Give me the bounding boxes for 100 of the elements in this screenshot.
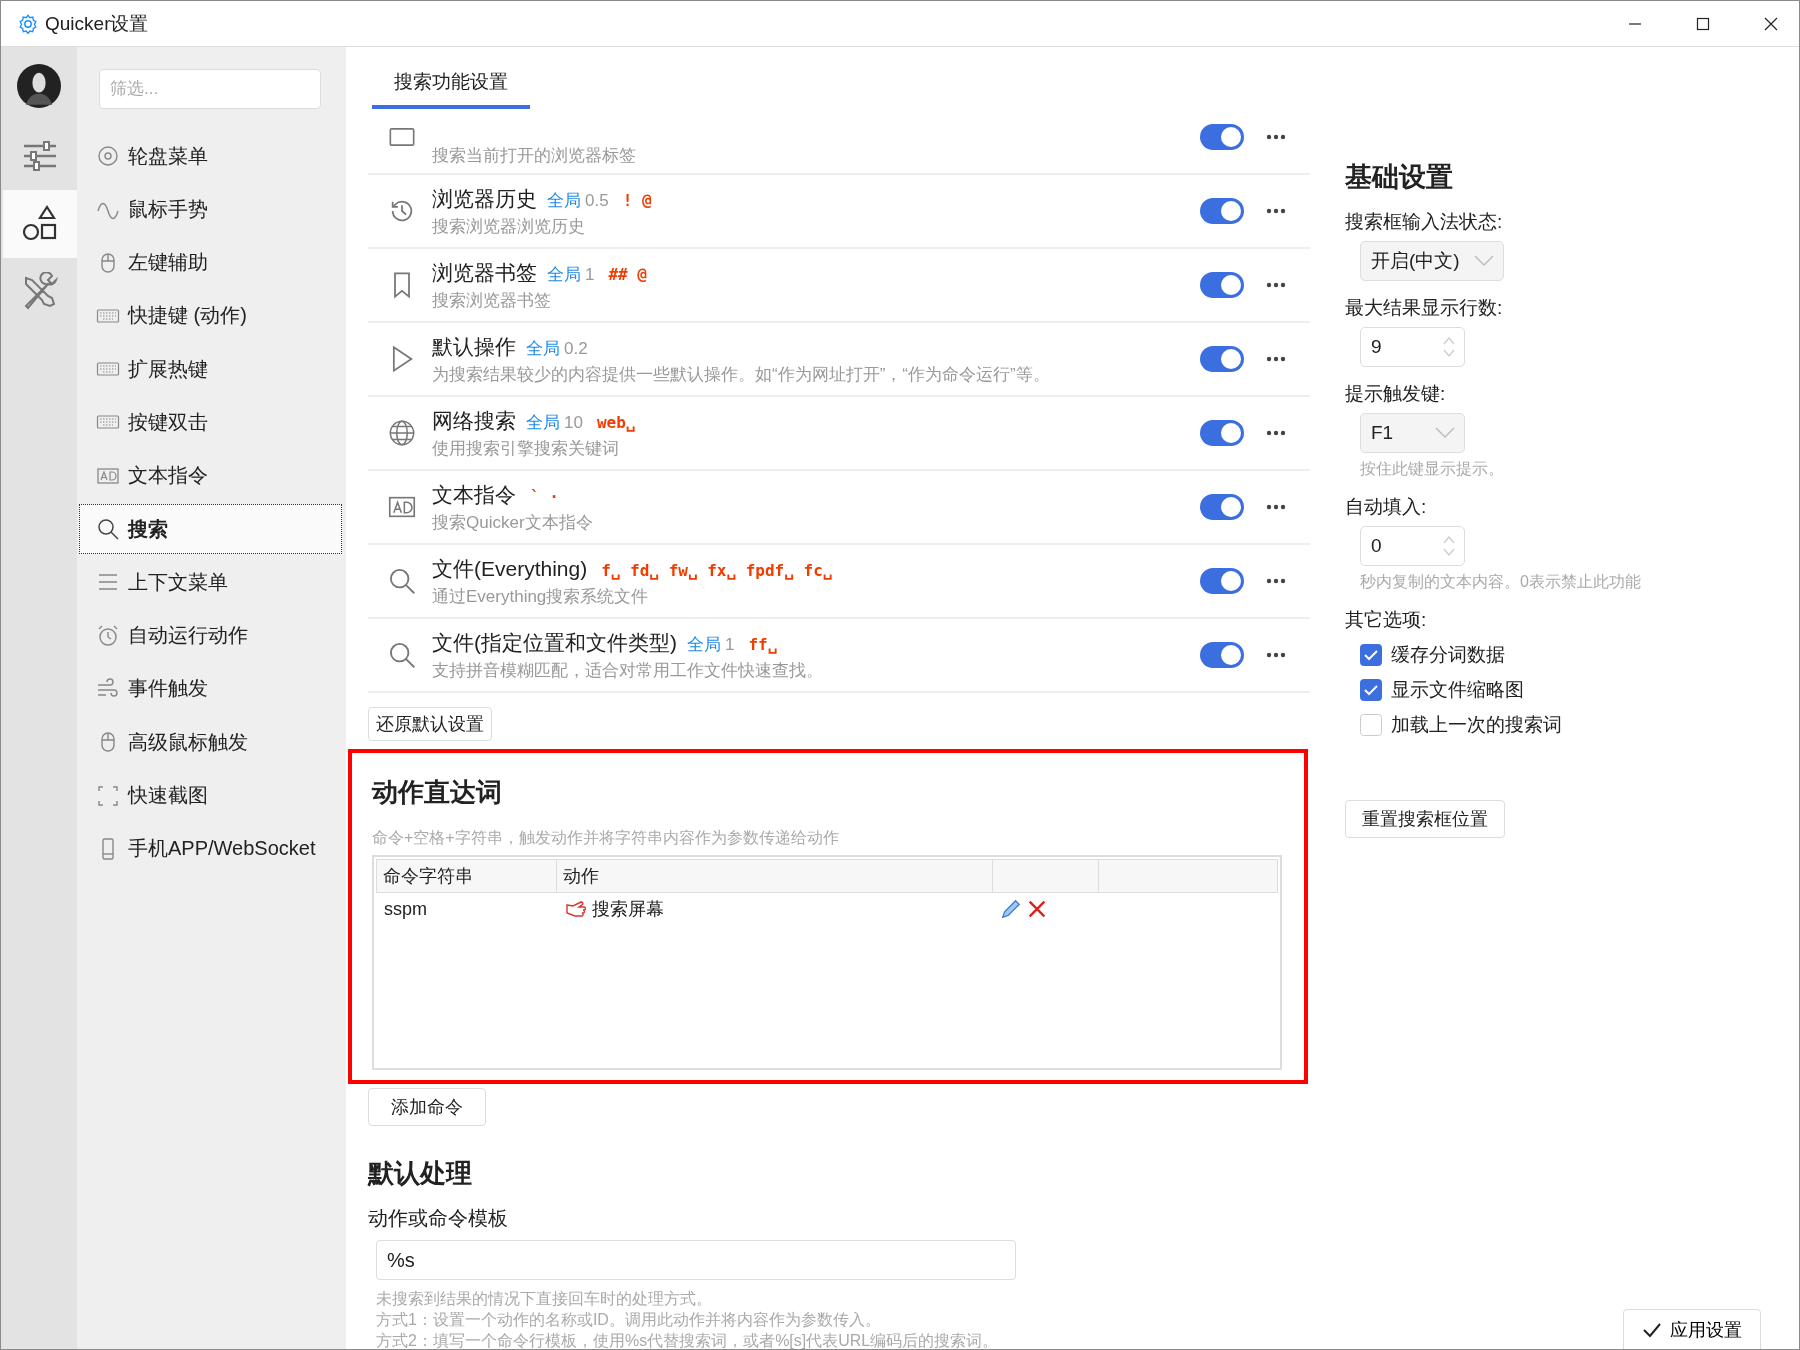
help-text: 方式1：设置一个动作的名称或ID。调用此动作并将内容作为参数传入。 (376, 1310, 882, 1330)
maximize-icon[interactable] (1695, 15, 1711, 32)
toggle-switch[interactable] (1200, 124, 1244, 150)
dropdown[interactable]: F1 (1360, 413, 1465, 453)
section-hint: 命令+空格+字符串，触发动作并将字符串内容作为参数传递给动作 (372, 828, 840, 848)
filter-field[interactable]: 筛选... (99, 69, 321, 109)
module-title: 默认操作 (432, 333, 516, 360)
more-icon[interactable] (1266, 652, 1286, 658)
sidebar-item[interactable]: 鼠标手势 (79, 184, 342, 235)
apply-button[interactable]: 应用设置 (1623, 1309, 1761, 1349)
avatar-icon[interactable] (17, 64, 61, 108)
sidebar-item[interactable]: 快捷键 (动作) (79, 290, 342, 341)
chevron-down-icon (1434, 427, 1456, 439)
reset-button[interactable]: 还原默认设置 (368, 707, 492, 741)
module-description: 为搜索结果较少的内容提供一些默认操作。如“作为网址打开”，“作为命令运行”等。 (432, 363, 1051, 386)
add-command-button[interactable]: 添加命令 (368, 1088, 486, 1126)
toggle-switch[interactable] (1200, 420, 1244, 446)
keyword-list: ## @ (608, 264, 647, 284)
module-title: 浏览器书签 (432, 259, 537, 286)
search-icon (96, 517, 120, 542)
weight-value: 0.5 (585, 190, 609, 211)
module-description: 搜索当前打开的浏览器标签 (432, 144, 637, 167)
field-label: 动作或命令模板 (368, 1206, 509, 1231)
search-icon (388, 641, 416, 669)
keyword-list: ! @ (622, 190, 652, 210)
module-title: 浏览器历史 (432, 185, 537, 212)
chevron-down-icon (1473, 255, 1495, 267)
module-title: 文件(指定位置和文件类型) (432, 629, 677, 656)
checkbox[interactable] (1360, 644, 1382, 666)
settings-tab[interactable]: 搜索功能设置 (372, 69, 530, 109)
toggle-switch[interactable] (1200, 346, 1244, 372)
module-description: 使用搜索引擎搜索关键词 (432, 437, 620, 460)
more-icon[interactable] (1266, 578, 1286, 584)
sidebar-item[interactable]: 按键双击 (79, 397, 342, 448)
sidebar-item[interactable]: 快速截图 (79, 770, 342, 821)
scope-label: 全局 (687, 633, 721, 656)
column-header: 命令字符串 (377, 860, 557, 892)
scope-label: 全局 (526, 411, 560, 434)
checkbox[interactable] (1360, 679, 1382, 701)
sidebar-item[interactable]: 事件触发 (79, 663, 342, 714)
module-description: 搜索Quicker文本指令 (432, 511, 594, 534)
sidebar-item[interactable]: 扩展热键 (79, 344, 342, 395)
weight-value: 1 (725, 634, 735, 655)
sidebar-item[interactable]: 文本指令 (79, 450, 342, 501)
template-field[interactable]: %s (376, 1240, 1016, 1280)
keyword-list: web␣ (596, 412, 636, 432)
table-cell-text: sspm (383, 898, 428, 920)
column-header: 动作 (557, 860, 993, 892)
pencil-icon[interactable] (1000, 898, 1022, 920)
dropdown[interactable]: 开启(中文) (1360, 241, 1504, 281)
window-title: Quicker设置 (45, 11, 149, 36)
sidebar-item[interactable]: 自动运行动作 (79, 610, 342, 661)
toggle-switch[interactable] (1200, 494, 1244, 520)
toggle-switch[interactable] (1200, 272, 1244, 298)
number-field[interactable]: 0 (1360, 526, 1465, 566)
sidebar-item[interactable]: 左键辅助 (79, 237, 342, 288)
section-title: 动作直达词 (372, 776, 503, 809)
weight-value: 10 (564, 412, 583, 433)
checkbox[interactable] (1360, 714, 1382, 736)
disc-icon (96, 144, 120, 168)
toggle-switch[interactable] (1200, 568, 1244, 594)
globe-icon (388, 419, 416, 447)
scope-label: 全局 (526, 337, 560, 360)
field-label: 最大结果显示行数: (1345, 296, 1504, 320)
settings-icon (17, 12, 39, 35)
keyword-list: ff␣ (748, 634, 778, 654)
more-icon[interactable] (1266, 430, 1286, 436)
more-icon[interactable] (1266, 282, 1286, 288)
field-hint: 按住此键显示提示。 (1360, 459, 1505, 479)
keyword-list: f␣ fd␣ fw␣ fx␣ fpdf␣ fc␣ (601, 560, 833, 580)
module-title: 网络搜索 (432, 407, 516, 434)
sidebar-item[interactable]: 轮盘菜单 (79, 131, 342, 181)
more-icon[interactable] (1266, 356, 1286, 362)
weight-value: 0.2 (564, 338, 588, 359)
module-title: 文件(Everything) (432, 555, 588, 582)
sidebar-item[interactable]: 高级鼠标触发 (79, 717, 342, 768)
module-description: 搜索浏览器书签 (432, 289, 552, 312)
reset-position-button[interactable]: 重置搜索框位置 (1345, 800, 1505, 838)
field-label: 其它选项: (1345, 608, 1428, 632)
toggle-switch[interactable] (1200, 642, 1244, 668)
close-icon[interactable] (1763, 15, 1779, 32)
weight-value: 1 (585, 264, 595, 285)
sidebar-item[interactable]: 手机APP/WebSocket (79, 823, 342, 874)
help-text: 方式2：填写一个命令行模板，使用%s代替搜索词，或者%[s]代表URL编码后的搜索词。 (376, 1331, 1000, 1349)
field-hint: 秒内复制的文本内容。0表示禁止此功能 (1360, 572, 1642, 592)
scope-label: 全局 (547, 263, 581, 286)
sidebar-item[interactable]: 上下文菜单 (79, 557, 342, 608)
search-icon (388, 567, 416, 595)
checkmark-icon (1642, 1322, 1662, 1338)
section-title: 默认处理 (368, 1157, 473, 1190)
toggle-switch[interactable] (1200, 198, 1244, 224)
module-description: 通过Everything搜索系统文件 (432, 585, 650, 608)
delete-icon[interactable] (1026, 898, 1048, 920)
more-icon[interactable] (1266, 134, 1286, 140)
more-icon[interactable] (1266, 208, 1286, 214)
rail-tab[interactable] (3, 190, 77, 258)
number-field[interactable]: 9 (1360, 327, 1465, 367)
sidebar-item[interactable]: 搜索 (79, 504, 342, 555)
more-icon[interactable] (1266, 504, 1286, 510)
checkbox-label: 加载上一次的搜索词 (1391, 713, 1562, 737)
